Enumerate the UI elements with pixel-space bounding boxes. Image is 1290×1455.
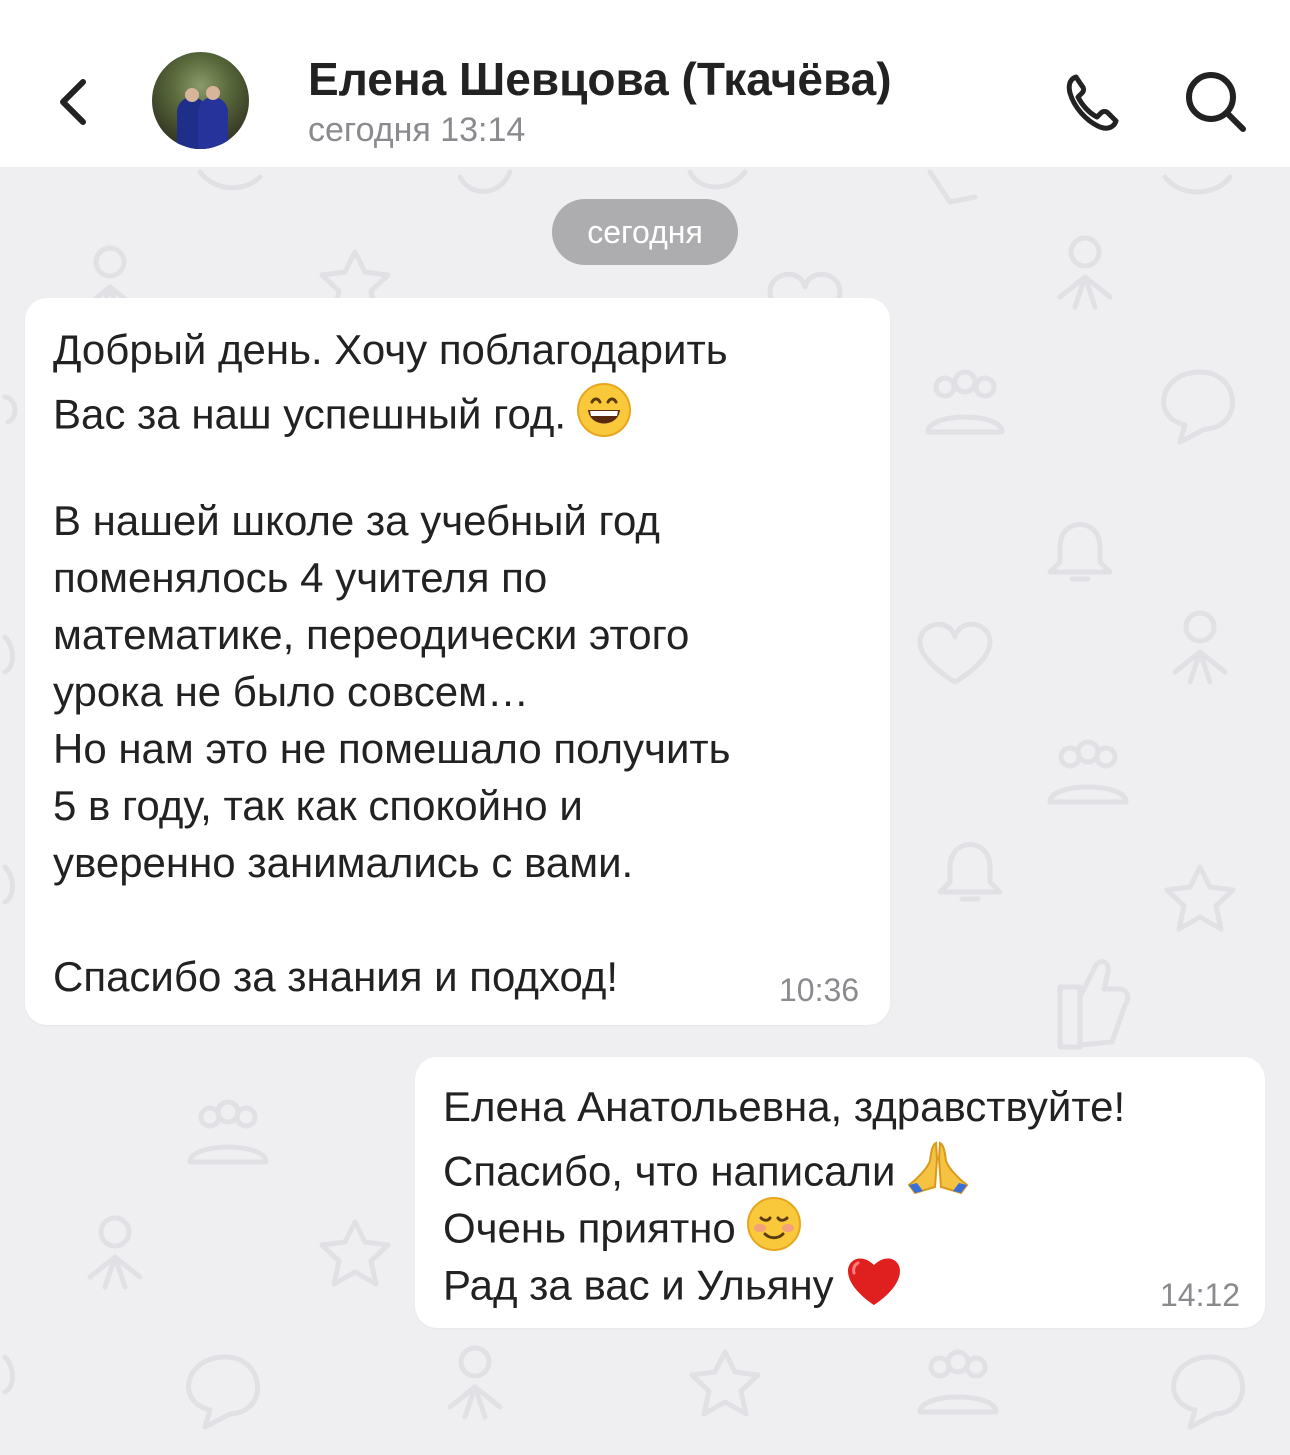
phone-icon: [1066, 74, 1119, 131]
folded-hands-emoji: [905, 1139, 971, 1202]
message-line: Спасибо за знания и подход!: [53, 953, 619, 1000]
chevron-left-icon: [60, 79, 86, 125]
message-line: Добрый день. Хочу поблагодарить: [53, 326, 728, 373]
message-line: Елена Анатольевна, здравствуйте!: [443, 1083, 1126, 1130]
call-button[interactable]: [1052, 62, 1132, 142]
message-line: Рад за вас и Ульяну: [443, 1257, 904, 1320]
message-line: урока не было совсем…: [53, 668, 529, 715]
message-line: В нашей школе за учебный год: [53, 497, 660, 544]
message-line: уверенно занимались с вами.: [53, 839, 634, 886]
chat-area[interactable]: сегодня Добрый день. Хочу поблагодарить …: [0, 167, 1290, 1455]
message-line: математике, переодически этого: [53, 611, 690, 658]
search-button[interactable]: [1176, 62, 1256, 142]
message-time: 10:36: [779, 972, 860, 1008]
contact-last-seen: сегодня 13:14: [308, 111, 526, 149]
message-line: Спасибо, что написали: [443, 1141, 971, 1206]
contact-name[interactable]: Елена Шевцова (Ткачёва): [308, 52, 892, 106]
grinning-face-emoji: [576, 382, 632, 445]
avatar[interactable]: [152, 52, 249, 149]
chat-header: Елена Шевцова (Ткачёва) сегодня 13:14: [0, 0, 1290, 167]
message-line: 5 в году, так как спокойно и: [53, 782, 583, 829]
message-line: Но нам это не помешало получить: [53, 725, 731, 772]
search-icon: [1186, 72, 1246, 132]
incoming-message-bubble[interactable]: Добрый день. Хочу поблагодарить Вас за н…: [25, 298, 890, 1025]
outgoing-message-bubble[interactable]: Елена Анатольевна, здравствуйте! Спасибо…: [415, 1057, 1265, 1328]
message-time: 14:12: [1160, 1277, 1241, 1313]
date-separator: сегодня: [552, 199, 738, 265]
back-button[interactable]: [38, 62, 108, 142]
message-line: Очень приятно: [443, 1197, 802, 1263]
message-line: Вас за наш успешный год.: [53, 383, 632, 449]
smiling-face-emoji: [746, 1196, 802, 1259]
red-heart-emoji: [844, 1253, 904, 1316]
message-line: поменялось 4 учителя по: [53, 554, 548, 601]
